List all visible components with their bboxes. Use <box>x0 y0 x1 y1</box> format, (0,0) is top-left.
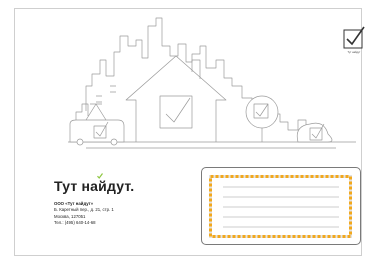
sender-phone: Тел.: (495) 640-14-68 <box>54 220 96 226</box>
city-illustration <box>68 17 356 149</box>
recipient-address-frame <box>209 175 352 238</box>
sender-address: ООО «Тут найдут» Б. Каретный пер., д. 21… <box>54 201 114 227</box>
sender-street: Б. Каретный пер., д. 21, стр. 1 <box>54 207 114 213</box>
brand-name: Тут найдут. <box>54 178 135 194</box>
brand-checkmark-icon <box>97 173 103 179</box>
